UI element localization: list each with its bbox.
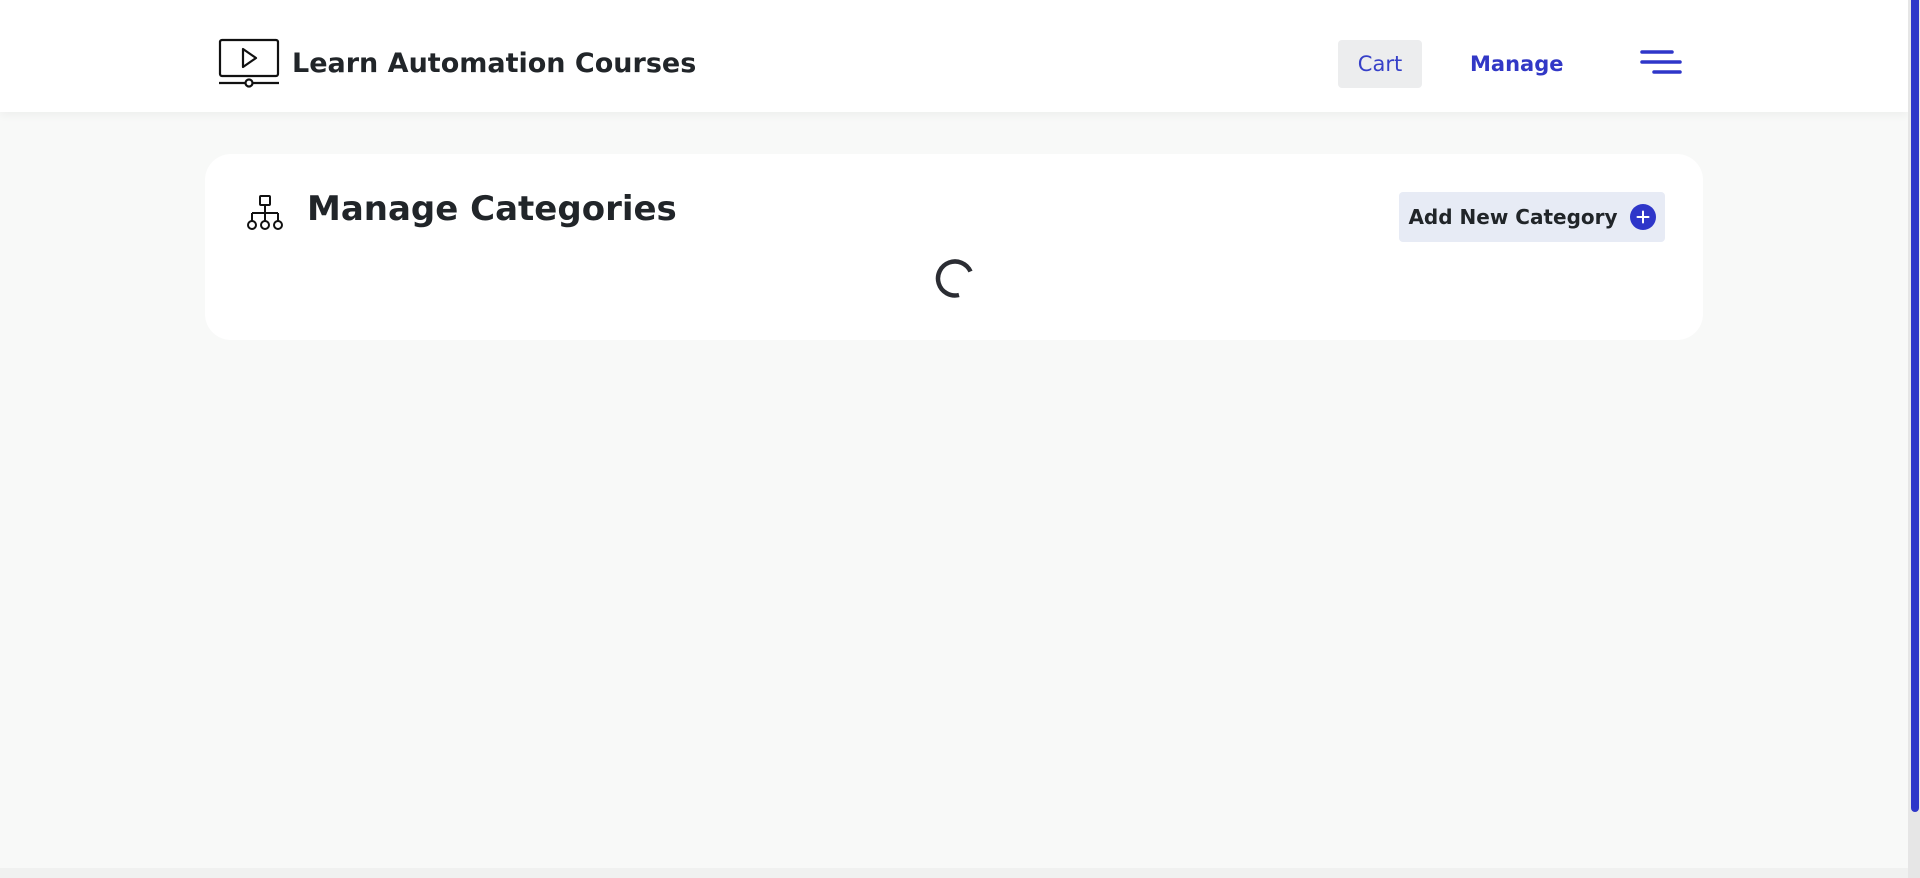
loading-spinner-icon xyxy=(935,259,973,298)
top-navbar: Learn Automation Courses Cart Manage xyxy=(0,0,1908,112)
hamburger-menu-button[interactable] xyxy=(1640,48,1682,80)
page-title: Manage Categories xyxy=(307,189,677,229)
hierarchy-icon xyxy=(247,195,283,230)
brand-link[interactable]: Learn Automation Courses xyxy=(218,38,696,88)
manage-categories-card: Manage Categories Add New Category xyxy=(205,154,1703,340)
hamburger-menu-icon xyxy=(1640,50,1682,74)
add-new-category-label: Add New Category xyxy=(1408,205,1618,229)
page: Learn Automation Courses Cart Manage Man… xyxy=(0,0,1920,878)
add-new-category-button[interactable]: Add New Category xyxy=(1399,192,1665,242)
video-course-icon xyxy=(218,38,280,88)
vertical-scrollbar[interactable] xyxy=(1908,0,1920,878)
scrollbar-thumb[interactable] xyxy=(1911,0,1919,812)
manage-link[interactable]: Manage xyxy=(1470,40,1563,88)
plus-circle-icon xyxy=(1629,204,1656,230)
brand-title: Learn Automation Courses xyxy=(292,47,697,79)
page-bottom-edge xyxy=(0,868,1908,878)
cart-button[interactable]: Cart xyxy=(1338,40,1422,88)
